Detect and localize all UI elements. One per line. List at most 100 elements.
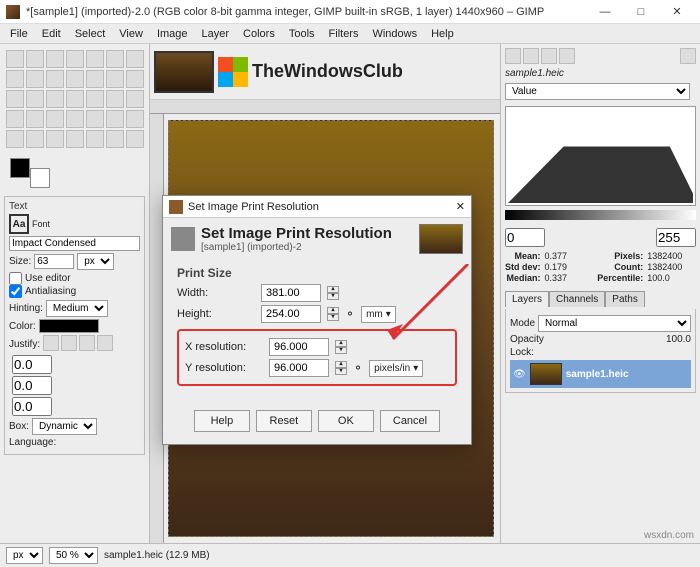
hinting-select[interactable]: Medium [46,300,108,317]
mode-select[interactable]: Normal [538,315,691,332]
help-button[interactable]: Help [194,410,250,432]
spinner-up-icon[interactable]: ▴ [327,307,339,314]
range-low[interactable] [505,228,545,247]
tool-icon[interactable] [46,110,64,128]
tool-icon[interactable] [106,130,124,148]
bg-color[interactable] [30,168,50,188]
dock-icon[interactable] [505,48,521,64]
tool-icon[interactable] [6,90,24,108]
spinner-up-icon[interactable]: ▴ [327,286,339,293]
tool-icon[interactable] [26,50,44,68]
layer-item[interactable]: 👁 sample1.heic [510,360,691,388]
chain-icon[interactable]: ⚬ [345,307,355,321]
spinner-down-icon[interactable]: ▾ [335,368,347,375]
text-color-button[interactable] [39,319,99,333]
justify-right-icon[interactable] [61,335,77,351]
image-thumbnail[interactable] [154,51,214,93]
box-select[interactable]: Dynamic [32,418,97,435]
eye-icon[interactable]: 👁 [513,369,526,380]
tool-icon[interactable] [6,130,24,148]
minimize-button[interactable]: — [588,2,622,22]
dock-icon[interactable] [523,48,539,64]
tool-icon[interactable] [66,130,84,148]
tab-channels[interactable]: Channels [549,291,605,307]
fg-color[interactable] [10,158,30,178]
menu-image[interactable]: Image [151,26,194,42]
justify-center-icon[interactable] [79,335,95,351]
spinner-down-icon[interactable]: ▾ [327,314,339,321]
tool-icon[interactable] [46,70,64,88]
close-button[interactable]: ✕ [660,2,694,22]
menu-filters[interactable]: Filters [323,26,365,42]
indent-input[interactable] [12,355,52,374]
tool-icon[interactable] [126,90,144,108]
tool-icon[interactable] [86,50,104,68]
tool-icon[interactable] [126,130,144,148]
menu-colors[interactable]: Colors [237,26,281,42]
tool-icon[interactable] [106,110,124,128]
tool-icon[interactable] [66,90,84,108]
tab-paths[interactable]: Paths [605,291,645,307]
letter-spacing-input[interactable] [12,397,52,416]
tool-icon[interactable] [86,110,104,128]
tool-icon[interactable] [106,70,124,88]
tool-icon[interactable] [66,50,84,68]
menu-edit[interactable]: Edit [36,26,67,42]
status-unit[interactable]: px [6,547,43,564]
cancel-button[interactable]: Cancel [380,410,440,432]
tab-layers[interactable]: Layers [505,291,549,307]
xres-input[interactable] [269,338,329,356]
menu-select[interactable]: Select [69,26,112,42]
tool-icon[interactable] [66,110,84,128]
font-input[interactable] [9,236,140,251]
menu-tools[interactable]: Tools [283,26,321,42]
tool-icon[interactable] [126,50,144,68]
reset-button[interactable]: Reset [256,410,312,432]
height-input[interactable] [261,305,321,323]
justify-fill-icon[interactable] [97,335,113,351]
menu-windows[interactable]: Windows [366,26,423,42]
tool-icon[interactable] [6,70,24,88]
width-input[interactable] [261,284,321,302]
tool-icon[interactable] [26,70,44,88]
spinner-up-icon[interactable]: ▴ [335,361,347,368]
menu-help[interactable]: Help [425,26,460,42]
font-icon[interactable]: Aa [9,214,29,234]
use-editor-check[interactable] [9,272,22,285]
line-spacing-input[interactable] [12,376,52,395]
tool-icon[interactable] [6,50,24,68]
tool-icon[interactable] [26,130,44,148]
dock-menu-icon[interactable] [680,48,696,64]
dock-icon[interactable] [559,48,575,64]
tool-icon[interactable] [66,70,84,88]
tool-icon[interactable] [86,130,104,148]
tool-icon[interactable] [46,50,64,68]
status-zoom[interactable]: 50 % [49,547,98,564]
tool-icon[interactable] [106,90,124,108]
size-unit[interactable]: px [77,253,114,270]
dock-icon[interactable] [541,48,557,64]
tool-icon[interactable] [86,90,104,108]
tool-icon[interactable] [86,70,104,88]
tool-icon[interactable] [26,110,44,128]
dialog-close-icon[interactable]: ✕ [456,200,465,213]
dialog-titlebar[interactable]: Set Image Print Resolution ✕ [163,196,471,218]
range-high[interactable] [656,228,696,247]
menu-view[interactable]: View [113,26,149,42]
menu-file[interactable]: File [4,26,34,42]
chain-icon[interactable]: ⚬ [353,361,363,375]
size-unit-select[interactable]: mm▾ [361,306,396,323]
ok-button[interactable]: OK [318,410,374,432]
menu-layer[interactable]: Layer [196,26,236,42]
spinner-down-icon[interactable]: ▾ [327,293,339,300]
tool-icon[interactable] [26,90,44,108]
tool-icon[interactable] [126,110,144,128]
tool-icon[interactable] [46,130,64,148]
yres-input[interactable] [269,359,329,377]
antialias-check[interactable] [9,285,22,298]
justify-left-icon[interactable] [43,335,59,351]
tool-icon[interactable] [106,50,124,68]
spinner-up-icon[interactable]: ▴ [335,340,347,347]
tool-icon[interactable] [46,90,64,108]
res-unit-select[interactable]: pixels/in▾ [369,360,423,377]
